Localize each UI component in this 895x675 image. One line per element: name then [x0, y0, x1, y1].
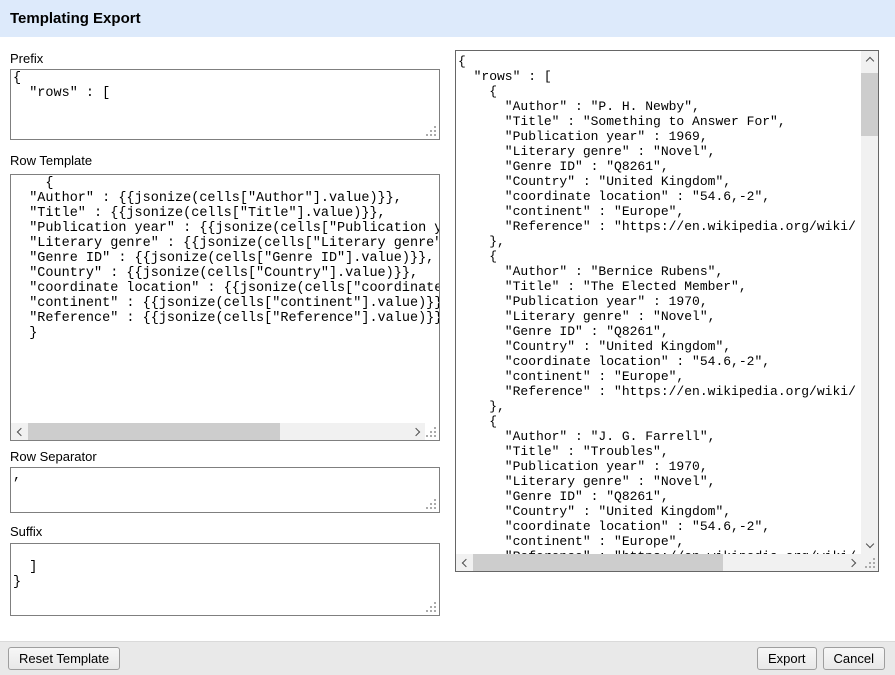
- export-button[interactable]: Export: [757, 647, 817, 670]
- chevron-left-icon: [16, 427, 24, 435]
- row-template-textarea[interactable]: { "Author" : {{jsonize(cells["Author"].v…: [11, 175, 439, 423]
- reset-template-button[interactable]: Reset Template: [8, 647, 120, 670]
- row-template-box: { "Author" : {{jsonize(cells["Author"].v…: [10, 174, 440, 441]
- chevron-up-icon: [865, 57, 873, 65]
- vscroll-thumb[interactable]: [861, 73, 878, 136]
- dialog-header: Templating Export: [0, 0, 895, 37]
- prefix-box: { "rows" : [: [10, 69, 440, 140]
- chevron-left-icon: [461, 558, 469, 566]
- chevron-right-icon: [411, 427, 419, 435]
- row-separator-box: ,: [10, 467, 440, 513]
- prefix-resize-grip[interactable]: [425, 125, 438, 138]
- scroll-left-button[interactable]: [11, 423, 28, 440]
- scroll-up-button[interactable]: [861, 51, 878, 68]
- chevron-down-icon: [865, 540, 873, 548]
- dialog-footer: Reset Template Export Cancel: [0, 641, 895, 675]
- vscroll-track[interactable]: [861, 68, 878, 537]
- preview-vscrollbar[interactable]: [861, 51, 878, 554]
- scroll-right-button[interactable]: [844, 554, 861, 571]
- preview-panel[interactable]: { "rows" : [ { "Author" : "P. H. Newby",…: [455, 50, 879, 572]
- row-template-resize-grip[interactable]: [425, 426, 438, 439]
- row-separator-resize-grip[interactable]: [425, 498, 438, 511]
- preview-resize-grip[interactable]: [864, 557, 877, 570]
- prefix-label: Prefix: [10, 51, 43, 66]
- hscroll-track[interactable]: [28, 423, 408, 440]
- hscroll-thumb[interactable]: [28, 423, 280, 440]
- row-separator-textarea[interactable]: ,: [11, 468, 439, 512]
- footer-button-group: Export Cancel: [757, 647, 885, 670]
- suffix-label: Suffix: [10, 524, 42, 539]
- hscroll-thumb[interactable]: [473, 554, 723, 571]
- dialog-title: Templating Export: [0, 10, 141, 27]
- row-separator-label: Row Separator: [10, 449, 97, 464]
- row-template-hscrollbar[interactable]: [11, 423, 425, 440]
- hscroll-track[interactable]: [473, 554, 844, 571]
- scroll-right-button[interactable]: [408, 423, 425, 440]
- row-template-label: Row Template: [10, 153, 92, 168]
- suffix-resize-grip[interactable]: [425, 601, 438, 614]
- cancel-button[interactable]: Cancel: [823, 647, 885, 670]
- scroll-left-button[interactable]: [456, 554, 473, 571]
- chevron-right-icon: [847, 558, 855, 566]
- suffix-textarea[interactable]: ] }: [11, 544, 439, 615]
- preview-text: { "rows" : [ { "Author" : "P. H. Newby",…: [456, 51, 861, 554]
- preview-hscrollbar[interactable]: [456, 554, 861, 571]
- scroll-down-button[interactable]: [861, 537, 878, 554]
- suffix-box: ] }: [10, 543, 440, 616]
- prefix-textarea[interactable]: { "rows" : [: [11, 70, 439, 139]
